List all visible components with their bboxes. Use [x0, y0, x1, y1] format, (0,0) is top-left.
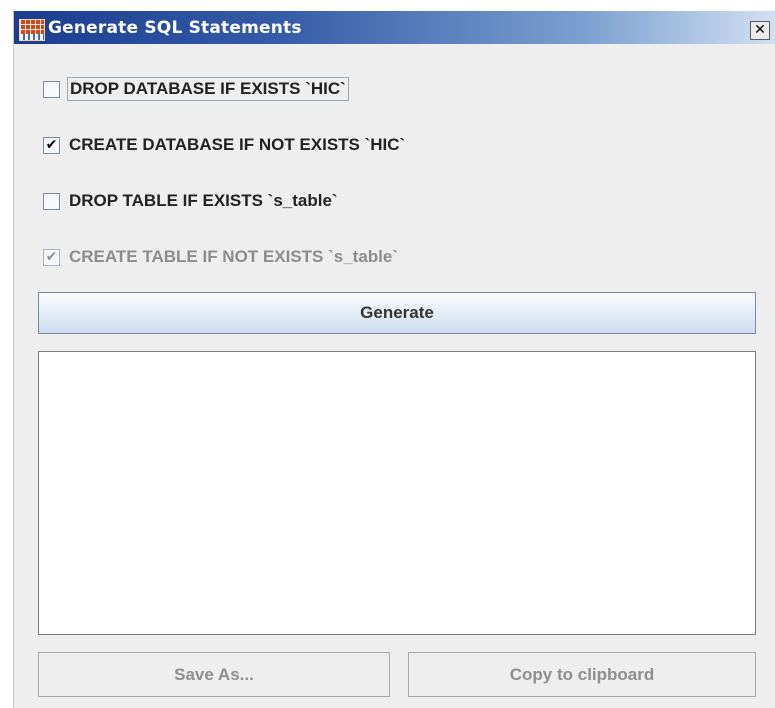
generate-button[interactable]: Generate [38, 292, 756, 334]
drop-database-checkbox[interactable] [43, 80, 60, 98]
create-table-checkbox: ✔ [43, 248, 60, 266]
save-as-button: Save As... [38, 652, 390, 697]
table-grid-icon [19, 19, 45, 41]
option-drop-table[interactable]: DROP TABLE IF EXISTS `s_table` [43, 189, 338, 213]
create-database-checkbox[interactable]: ✔ [43, 136, 60, 154]
close-button[interactable]: ✕ [750, 21, 770, 40]
window-title: Generate SQL Statements [48, 18, 302, 38]
create-database-label: CREATE DATABASE IF NOT EXISTS `HIC` [69, 135, 406, 154]
option-create-database[interactable]: ✔ CREATE DATABASE IF NOT EXISTS `HIC` [43, 133, 405, 157]
create-table-label: CREATE TABLE IF NOT EXISTS `s_table` [69, 247, 399, 266]
drop-database-label: DROP DATABASE IF EXISTS `HIC` [67, 77, 349, 101]
dialog-window: Generate SQL Statements ✕ DROP DATABASE … [13, 11, 775, 708]
drop-table-label: DROP TABLE IF EXISTS `s_table` [69, 191, 338, 210]
sql-output-textarea[interactable] [38, 351, 756, 635]
drop-table-checkbox[interactable] [43, 192, 60, 210]
copy-to-clipboard-button: Copy to clipboard [408, 652, 756, 697]
option-create-table: ✔ CREATE TABLE IF NOT EXISTS `s_table` [43, 245, 398, 269]
option-drop-database[interactable]: DROP DATABASE IF EXISTS `HIC` [43, 77, 349, 101]
title-bar[interactable]: Generate SQL Statements ✕ [14, 11, 775, 44]
